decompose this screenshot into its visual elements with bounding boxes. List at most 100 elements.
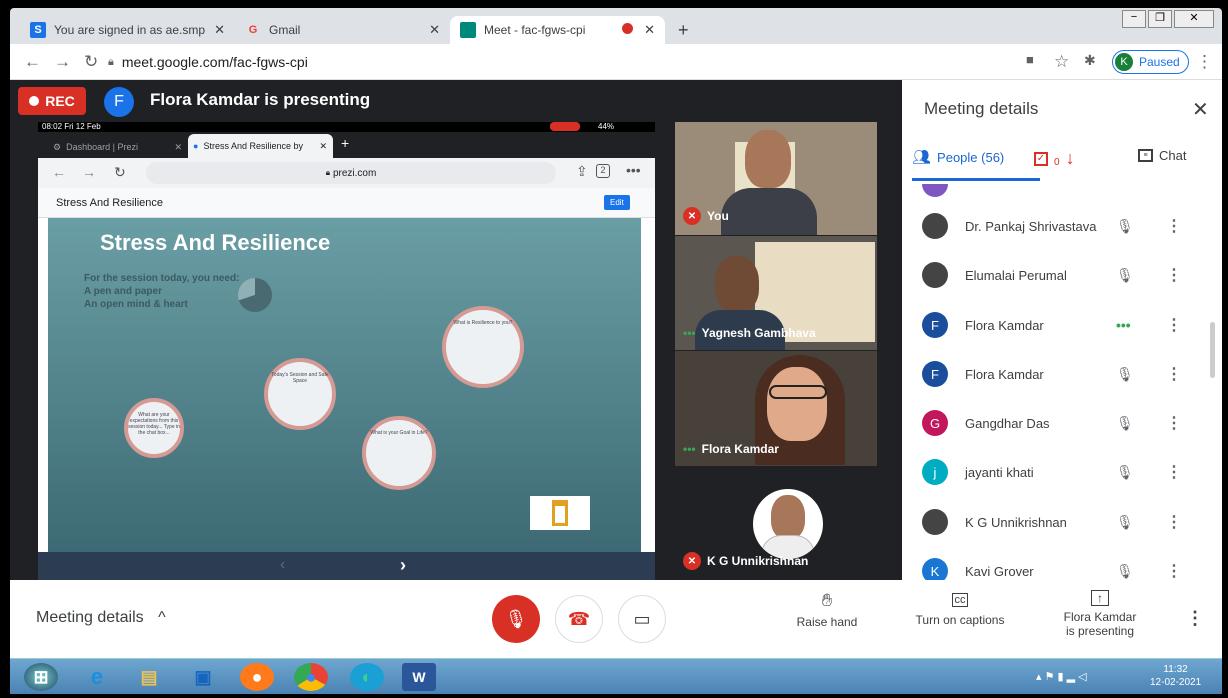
prezi-back-icon: ← — [52, 164, 66, 180]
address-bar: ← → ↻ 🔒︎ meet.google.com/fac-fgws-cpi ■ … — [10, 44, 1222, 80]
explorer-icon[interactable]: ▤ — [132, 663, 166, 691]
close-panel-icon[interactable]: ✕ — [1192, 97, 1209, 122]
list-item[interactable]: F Flora Kamdar ••• ⋮ — [902, 301, 1222, 349]
mic-off-icon[interactable]: 🎙︎ — [1116, 366, 1134, 383]
clock-date: 12-02-2021 — [1150, 677, 1202, 688]
lock-icon: 🔒︎ — [108, 55, 114, 68]
more-options-icon[interactable]: ⋮ — [1166, 315, 1182, 335]
present-icon: ↑ — [1091, 590, 1109, 606]
tab-meet[interactable]: Meet - fac-fgws-cpi ✕ — [450, 16, 665, 44]
more-options-icon[interactable]: ⋮ — [1166, 462, 1182, 482]
extensions-icon[interactable]: ✱ — [1084, 52, 1096, 69]
tab-people[interactable]: 👥︎ People (56) — [912, 148, 1004, 166]
firefox-icon[interactable]: ● — [240, 663, 274, 691]
list-item[interactable]: j jayanti khati 🎙︎ ⋮ — [902, 448, 1222, 496]
close-tab-icon[interactable]: ✕ — [644, 22, 655, 38]
back-icon[interactable]: ← — [24, 52, 41, 72]
participant-avatar — [922, 262, 948, 288]
mic-off-icon: 🎙︎ — [504, 608, 528, 629]
video-tile-you[interactable]: ✕ You — [675, 122, 877, 235]
mic-toggle-button[interactable]: 🎙︎ — [492, 595, 540, 643]
participant-face — [771, 495, 805, 539]
prezi-tab-dashboard[interactable]: ⚙︎ Dashboard | Prezi ✕ — [48, 136, 188, 158]
list-item[interactable]: G Gangdhar Das 🎙︎ ⋮ — [902, 399, 1222, 447]
more-options-icon[interactable]: ⋮ — [1166, 413, 1182, 433]
speaking-dots-icon: ••• — [683, 442, 696, 456]
mic-off-icon[interactable]: 🎙︎ — [1116, 563, 1134, 580]
slide-line: An open mind & heart — [84, 299, 188, 310]
chat-icon: ≡ — [1138, 149, 1153, 162]
camera-icon[interactable]: ■ — [1026, 52, 1034, 67]
prezi-tab-stress[interactable]: ● Stress And Resilience by ✕ — [188, 134, 333, 158]
speaking-dots-icon: ••• — [683, 326, 696, 340]
bubble-resilience: What is Resilience to you? — [442, 306, 524, 388]
rec-badge: REC — [18, 87, 86, 115]
profile-avatar: K — [1115, 53, 1133, 71]
tasks-tab[interactable]: ✓ 0 ↓ — [1034, 148, 1075, 169]
prezi-url-field: 🔒︎ prezi.com — [146, 162, 556, 184]
more-options-icon[interactable]: ⋮ — [1186, 608, 1204, 629]
leave-call-button[interactable]: ☎︎ — [555, 595, 603, 643]
close-tab-icon[interactable]: ✕ — [429, 22, 440, 38]
tab-chat[interactable]: ≡ Chat — [1138, 148, 1186, 163]
list-item[interactable]: K Kavi Grover 🎙︎ ⋮ — [902, 547, 1222, 580]
url-field[interactable]: 🔒︎ meet.google.com/fac-fgws-cpi — [108, 48, 1108, 76]
captions-button[interactable]: cc Turn on captions — [910, 590, 1010, 627]
tab-gmail[interactable]: G Gmail ✕ — [235, 16, 450, 44]
mic-off-icon[interactable]: 🎙︎ — [1116, 218, 1134, 235]
more-options-icon[interactable]: ⋮ — [1166, 265, 1182, 285]
start-button[interactable]: ⊞ — [24, 663, 58, 691]
chat-tab-label: Chat — [1159, 148, 1187, 163]
participant-name: Flora Kamdar — [965, 366, 1044, 382]
slide-title: Stress And Resilience — [100, 230, 331, 255]
more-options-icon[interactable]: ⋮ — [1166, 216, 1182, 236]
mic-off-icon[interactable]: 🎙︎ — [1116, 514, 1134, 531]
list-item[interactable]: K G Unnikrishnan 🎙︎ ⋮ — [902, 498, 1222, 546]
outlook-icon[interactable]: ▣ — [186, 663, 220, 691]
profile-button[interactable]: K Paused — [1112, 50, 1189, 74]
rec-label: REC — [45, 93, 75, 109]
new-tab-button[interactable]: + — [678, 16, 689, 44]
more-options-icon[interactable]: ⋮ — [1166, 364, 1182, 384]
scrollbar[interactable] — [1210, 322, 1215, 378]
list-item[interactable]: F Flora Kamdar 🎙︎ ⋮ — [902, 350, 1222, 398]
close-tab-icon[interactable]: ✕ — [214, 22, 225, 38]
mic-off-icon[interactable]: 🎙︎ — [1116, 464, 1134, 481]
video-tile-unnikrishnan[interactable]: ✕ K G Unnikrishnan — [675, 467, 877, 580]
list-item[interactable]: Elumalai Perumal 🎙︎ ⋮ — [902, 251, 1222, 299]
more-options-icon[interactable]: ⋮ — [1166, 512, 1182, 532]
edge-icon[interactable]: ◐ — [350, 663, 384, 691]
gmail-icon: G — [248, 24, 258, 36]
task-count: 0 — [1054, 157, 1060, 168]
camera-toggle-button[interactable]: ▭ — [618, 595, 666, 643]
star-icon[interactable]: ☆ — [1054, 52, 1069, 72]
reload-icon[interactable]: ↻ — [84, 52, 98, 72]
tray-icons[interactable]: ▴ ⚑ ▮ ▂ ◁ — [1036, 670, 1087, 683]
minimize-icon[interactable]: − — [1122, 10, 1146, 28]
more-vert-icon[interactable]: ⋮ — [1196, 52, 1213, 72]
mic-off-icon[interactable]: 🎙︎ — [1116, 415, 1134, 432]
video-tile-flora[interactable]: ••• Flora Kamdar — [675, 351, 877, 466]
mic-off-icon[interactable]: 🎙︎ — [1116, 267, 1134, 284]
word-icon[interactable]: W — [402, 663, 436, 691]
mic-off-icon: ✕ — [683, 207, 701, 225]
ie-icon[interactable]: e — [80, 663, 114, 691]
presenter-avatar: F — [104, 87, 134, 117]
prezi-reload-icon: ↻ — [114, 164, 126, 180]
meeting-details-button[interactable]: Meeting details ^ — [36, 609, 166, 627]
camera-icon: ▭ — [633, 608, 651, 629]
list-item[interactable]: Dr. Pankaj Shrivastava 🎙︎ ⋮ — [902, 202, 1222, 250]
tab-signed-in[interactable]: S You are signed in as ae.smp ✕ — [20, 16, 235, 44]
presenting-button[interactable]: ↑ Flora Kamdar is presenting — [1058, 586, 1142, 638]
clock[interactable]: 11:32 12-02-2021 — [1150, 663, 1201, 689]
raise-hand-button[interactable]: ✋︎ Raise hand — [792, 590, 862, 629]
more-options-icon[interactable]: ⋮ — [1166, 561, 1182, 580]
prezi-menu-icon: ••• — [626, 162, 641, 178]
video-tile-yagnesh[interactable]: ••• Yagnesh Gambhava — [675, 236, 877, 350]
record-dot-icon — [29, 96, 40, 106]
maximize-icon[interactable]: ❐ — [1148, 10, 1172, 28]
chrome-icon[interactable]: ● — [294, 663, 328, 691]
forward-icon[interactable]: → — [54, 52, 71, 72]
logo-image — [530, 496, 590, 530]
close-window-icon[interactable]: ✕ — [1174, 10, 1214, 28]
